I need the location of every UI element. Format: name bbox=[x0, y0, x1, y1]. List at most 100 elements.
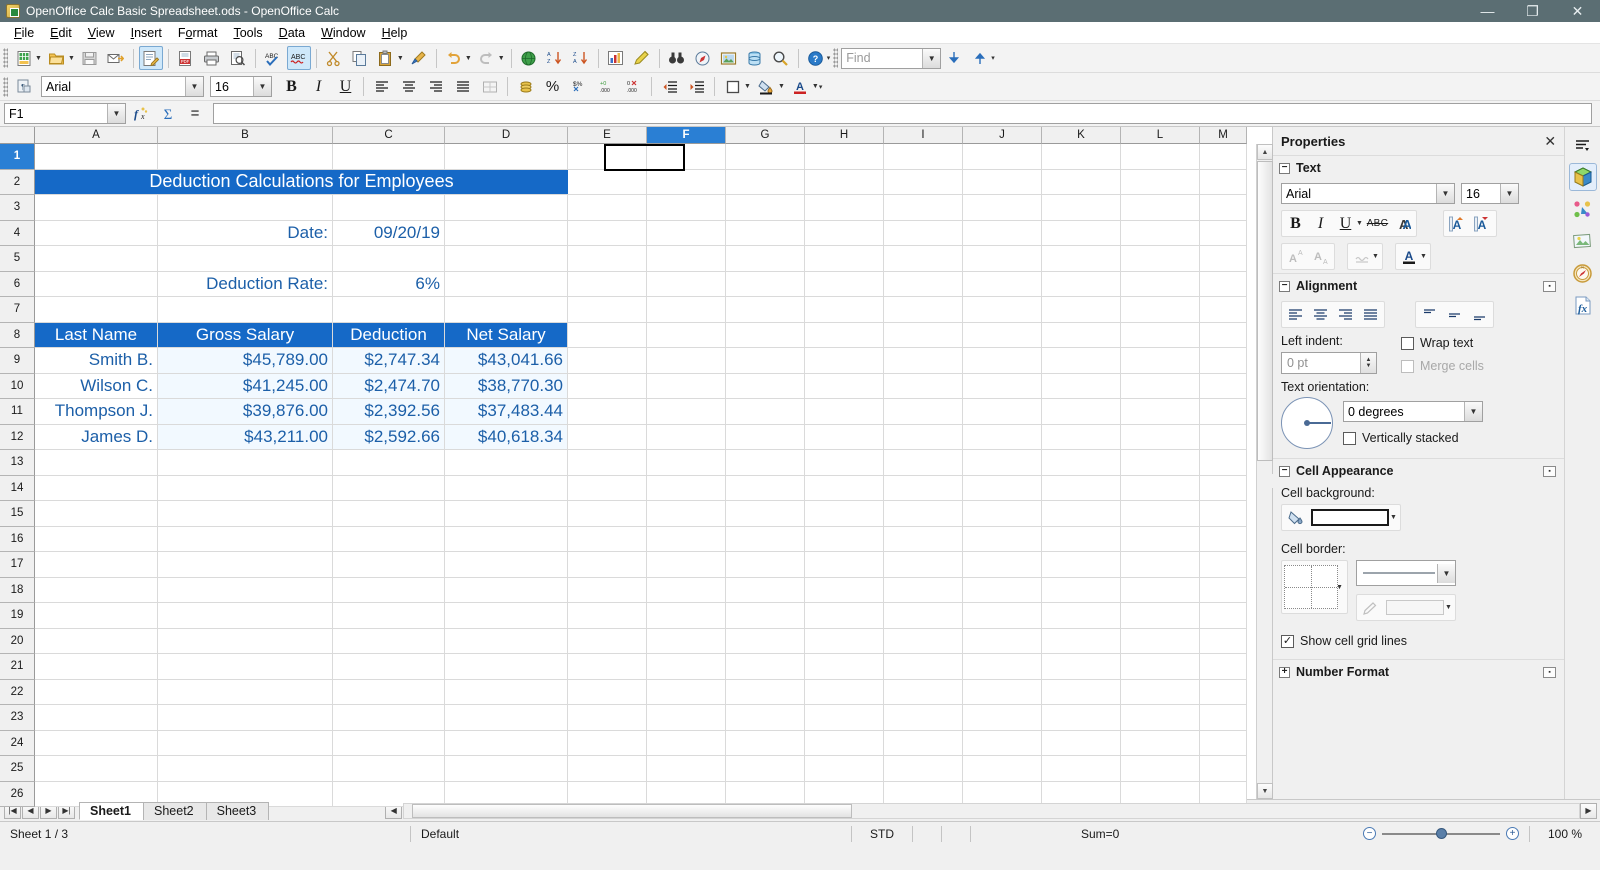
cell-f13[interactable] bbox=[647, 450, 726, 476]
cell-b14[interactable] bbox=[158, 475, 333, 501]
cell-i1[interactable] bbox=[884, 144, 963, 170]
cell-g13[interactable] bbox=[726, 450, 805, 476]
cell-i16[interactable] bbox=[884, 526, 963, 552]
sidebar-font-size-combobox[interactable]: 16 ▼ bbox=[1461, 183, 1519, 204]
cell-a13[interactable] bbox=[35, 450, 158, 476]
cell-e17[interactable] bbox=[568, 552, 647, 578]
cell-g22[interactable] bbox=[726, 679, 805, 705]
row-header-11[interactable]: 11 bbox=[0, 399, 35, 425]
cell-g7[interactable] bbox=[726, 297, 805, 323]
find-next-icon[interactable] bbox=[942, 46, 966, 70]
cell-title-merged[interactable]: Deduction Calculations for Employees bbox=[35, 169, 568, 195]
cell-c21[interactable] bbox=[333, 654, 445, 680]
equals-button[interactable]: = bbox=[183, 103, 207, 125]
cell-c18[interactable] bbox=[333, 577, 445, 603]
scroll-up-button[interactable]: ▲ bbox=[1257, 144, 1273, 160]
cell-e5[interactable] bbox=[568, 246, 647, 272]
sidebar-align-center-icon[interactable] bbox=[1308, 303, 1333, 326]
background-color-dropdown-icon[interactable]: ▼ bbox=[778, 83, 787, 90]
align-bottom-icon[interactable] bbox=[1467, 303, 1492, 326]
sheet-tab-sheet3[interactable]: Sheet3 bbox=[205, 801, 270, 820]
cell-j13[interactable] bbox=[963, 450, 1042, 476]
cell-b17[interactable] bbox=[158, 552, 333, 578]
cell-d15[interactable] bbox=[445, 501, 568, 527]
cell-d16[interactable] bbox=[445, 526, 568, 552]
cell-b23[interactable] bbox=[158, 705, 333, 731]
sidebar-underline-dropdown-icon[interactable]: ▼ bbox=[1356, 220, 1365, 227]
section-header-text[interactable]: − Text bbox=[1273, 156, 1564, 180]
sidebar-settings-icon[interactable] bbox=[1569, 131, 1597, 159]
cell-e22[interactable] bbox=[568, 679, 647, 705]
redo-arrow-icon[interactable] bbox=[475, 46, 499, 70]
status-selection-mode[interactable]: STD bbox=[852, 822, 912, 846]
cell-e11[interactable] bbox=[568, 399, 647, 425]
cell-e2[interactable] bbox=[568, 169, 647, 195]
sheet-tab-sheet1[interactable]: Sheet1 bbox=[79, 801, 144, 820]
cell-c10-deduction[interactable]: $2,474.70 bbox=[333, 373, 445, 399]
cell-l5[interactable] bbox=[1121, 246, 1200, 272]
cell-g20[interactable] bbox=[726, 628, 805, 654]
cell-f2[interactable] bbox=[647, 169, 726, 195]
cell-i2[interactable] bbox=[884, 169, 963, 195]
cell-a4[interactable] bbox=[35, 220, 158, 246]
percent-icon[interactable]: % bbox=[540, 75, 565, 99]
cell-d3[interactable] bbox=[445, 195, 568, 221]
cell-d21[interactable] bbox=[445, 654, 568, 680]
sum-sigma-icon[interactable]: Σ bbox=[156, 103, 180, 125]
cell-e4[interactable] bbox=[568, 220, 647, 246]
cell-g25[interactable] bbox=[726, 756, 805, 782]
row-header-5[interactable]: 5 bbox=[0, 246, 35, 272]
cell-m15[interactable] bbox=[1200, 501, 1247, 527]
vertically-stacked-row[interactable]: Vertically stacked bbox=[1343, 431, 1483, 445]
cell-g9[interactable] bbox=[726, 348, 805, 374]
database-icon[interactable] bbox=[743, 46, 767, 70]
cell-l1[interactable] bbox=[1121, 144, 1200, 170]
cell-j18[interactable] bbox=[963, 577, 1042, 603]
align-center-icon[interactable] bbox=[396, 75, 421, 99]
cell-e9[interactable] bbox=[568, 348, 647, 374]
cell-f23[interactable] bbox=[647, 705, 726, 731]
cell-c1[interactable] bbox=[333, 144, 445, 170]
cell-h3[interactable] bbox=[805, 195, 884, 221]
column-header-k[interactable]: K bbox=[1042, 127, 1121, 144]
cell-g17[interactable] bbox=[726, 552, 805, 578]
cell-c24[interactable] bbox=[333, 730, 445, 756]
subscript-icon[interactable]: AA bbox=[1308, 245, 1333, 268]
cell-k16[interactable] bbox=[1042, 526, 1121, 552]
row-header-12[interactable]: 12 bbox=[0, 424, 35, 450]
cell-e15[interactable] bbox=[568, 501, 647, 527]
cell-background-dropdown-icon[interactable]: ▼ bbox=[1390, 514, 1399, 521]
cell-k11[interactable] bbox=[1042, 399, 1121, 425]
cell-l12[interactable] bbox=[1121, 424, 1200, 450]
cell-h6[interactable] bbox=[805, 271, 884, 297]
left-indent-spinner-icon[interactable]: ▲ ▼ bbox=[1360, 353, 1376, 373]
cell-b15[interactable] bbox=[158, 501, 333, 527]
cell-d19[interactable] bbox=[445, 603, 568, 629]
row-header-22[interactable]: 22 bbox=[0, 679, 35, 705]
cell-g12[interactable] bbox=[726, 424, 805, 450]
vertical-split-handle[interactable] bbox=[1257, 474, 1273, 488]
cell-l3[interactable] bbox=[1121, 195, 1200, 221]
cell-m17[interactable] bbox=[1200, 552, 1247, 578]
orientation-degrees-combobox[interactable]: 0 degrees ▼ bbox=[1343, 401, 1483, 422]
row-header-18[interactable]: 18 bbox=[0, 577, 35, 603]
close-button[interactable]: ✕ bbox=[1555, 0, 1600, 22]
row-header-3[interactable]: 3 bbox=[0, 195, 35, 221]
cell-b25[interactable] bbox=[158, 756, 333, 782]
cell-h11[interactable] bbox=[805, 399, 884, 425]
highlight-dropdown-icon[interactable]: ▼ bbox=[1372, 253, 1381, 260]
border-line-style-dropdown-icon[interactable]: ▼ bbox=[1436, 563, 1455, 583]
printer-icon[interactable] bbox=[200, 46, 224, 70]
sidebar-font-size-dropdown-icon[interactable]: ▼ bbox=[1500, 184, 1518, 203]
cell-m2[interactable] bbox=[1200, 169, 1247, 195]
cell-i24[interactable] bbox=[884, 730, 963, 756]
cell-b12-gross-salary[interactable]: $43,211.00 bbox=[158, 424, 333, 450]
left-indent-stepper[interactable]: 0 pt ▲ ▼ bbox=[1281, 352, 1377, 374]
cell-d6[interactable] bbox=[445, 271, 568, 297]
cell-j1[interactable] bbox=[963, 144, 1042, 170]
column-header-e[interactable]: E bbox=[568, 127, 647, 144]
cell-c15[interactable] bbox=[333, 501, 445, 527]
cell-m24[interactable] bbox=[1200, 730, 1247, 756]
cell-h16[interactable] bbox=[805, 526, 884, 552]
cell-e16[interactable] bbox=[568, 526, 647, 552]
